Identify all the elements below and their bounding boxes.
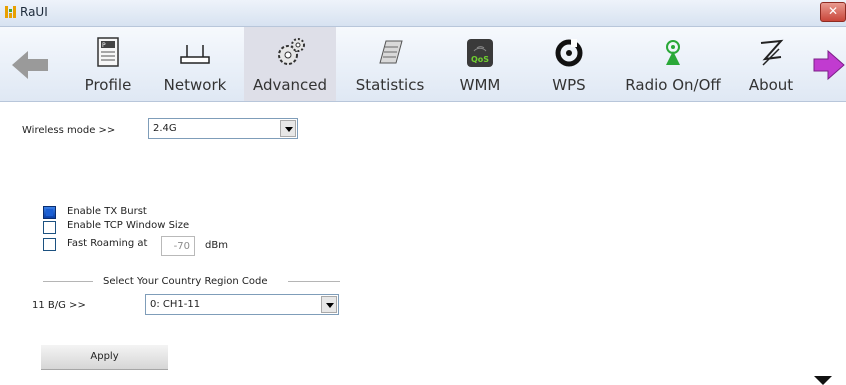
tab-about[interactable]: About bbox=[736, 27, 806, 101]
svg-text:P: P bbox=[102, 42, 106, 49]
radio-icon bbox=[666, 40, 680, 65]
tab-label: Advanced bbox=[252, 76, 328, 94]
apply-button[interactable]: Apply bbox=[41, 345, 168, 370]
tab-label: Radio On/Off bbox=[625, 76, 721, 94]
tab-radio-on-off[interactable]: Radio On/Off bbox=[618, 27, 728, 101]
wireless-mode-value: 2.4G bbox=[153, 123, 177, 134]
country-region-value: 0: CH1-11 bbox=[150, 299, 201, 310]
gears-icon bbox=[278, 38, 305, 65]
tab-label: WPS bbox=[552, 76, 586, 94]
divider bbox=[288, 281, 340, 282]
band-label: 11 B/G >> bbox=[32, 300, 86, 311]
ralink-logo-icon bbox=[5, 6, 16, 18]
tab-statistics[interactable]: Statistics bbox=[345, 27, 435, 101]
back-arrow-icon[interactable] bbox=[10, 49, 50, 81]
fast-roaming-threshold-input[interactable]: -70 bbox=[161, 236, 195, 256]
wps-icon bbox=[555, 39, 583, 67]
about-icon bbox=[760, 39, 784, 66]
enable-tx-burst-label: Enable TX Burst bbox=[67, 206, 147, 217]
chevron-down-icon bbox=[321, 296, 337, 313]
network-icon bbox=[180, 45, 210, 64]
profile-icon: P bbox=[97, 37, 119, 67]
enable-tcp-window-label: Enable TCP Window Size bbox=[67, 220, 190, 231]
country-region-title: Select Your Country Region Code bbox=[103, 276, 268, 287]
svg-text:QoS: QoS bbox=[471, 55, 489, 64]
country-region-select[interactable]: 0: CH1-11 bbox=[145, 294, 339, 315]
wireless-mode-select[interactable]: 2.4G bbox=[148, 118, 298, 139]
tab-wps[interactable]: WPS bbox=[534, 27, 604, 101]
statistics-icon bbox=[379, 40, 403, 64]
tab-label: Statistics bbox=[355, 76, 425, 94]
tab-label: About bbox=[748, 76, 794, 94]
window-title: RaUI bbox=[20, 5, 48, 19]
tab-wmm[interactable]: QoS WMM bbox=[440, 27, 520, 101]
toolbar: P Profile Network Advanced Statistics Qo… bbox=[0, 27, 846, 102]
tab-label: WMM bbox=[459, 76, 501, 94]
tab-network[interactable]: Network bbox=[152, 27, 238, 101]
scroll-down-arrow-icon[interactable] bbox=[814, 376, 832, 385]
tab-label: Network bbox=[163, 76, 227, 94]
fast-roaming-label: Fast Roaming at bbox=[67, 238, 148, 249]
chevron-down-icon bbox=[280, 120, 296, 137]
close-icon: ✕ bbox=[827, 4, 839, 18]
fast-roaming-checkbox[interactable] bbox=[43, 238, 56, 251]
raui-window: RaUI ✕ P Profile Network Advanced Statis… bbox=[0, 0, 846, 385]
close-button[interactable]: ✕ bbox=[820, 2, 846, 22]
qos-icon: QoS bbox=[467, 39, 493, 67]
tab-label: Profile bbox=[84, 76, 132, 94]
wireless-mode-label: Wireless mode >> bbox=[22, 125, 116, 136]
forward-arrow-icon[interactable] bbox=[812, 49, 846, 81]
divider bbox=[43, 281, 93, 282]
enable-tx-burst-checkbox[interactable] bbox=[43, 206, 56, 219]
enable-tcp-window-checkbox[interactable] bbox=[43, 221, 56, 234]
title-bar: RaUI ✕ bbox=[0, 0, 846, 27]
tab-profile[interactable]: P Profile bbox=[68, 27, 148, 101]
tab-advanced[interactable]: Advanced bbox=[244, 27, 336, 101]
fast-roaming-unit: dBm bbox=[205, 240, 228, 251]
